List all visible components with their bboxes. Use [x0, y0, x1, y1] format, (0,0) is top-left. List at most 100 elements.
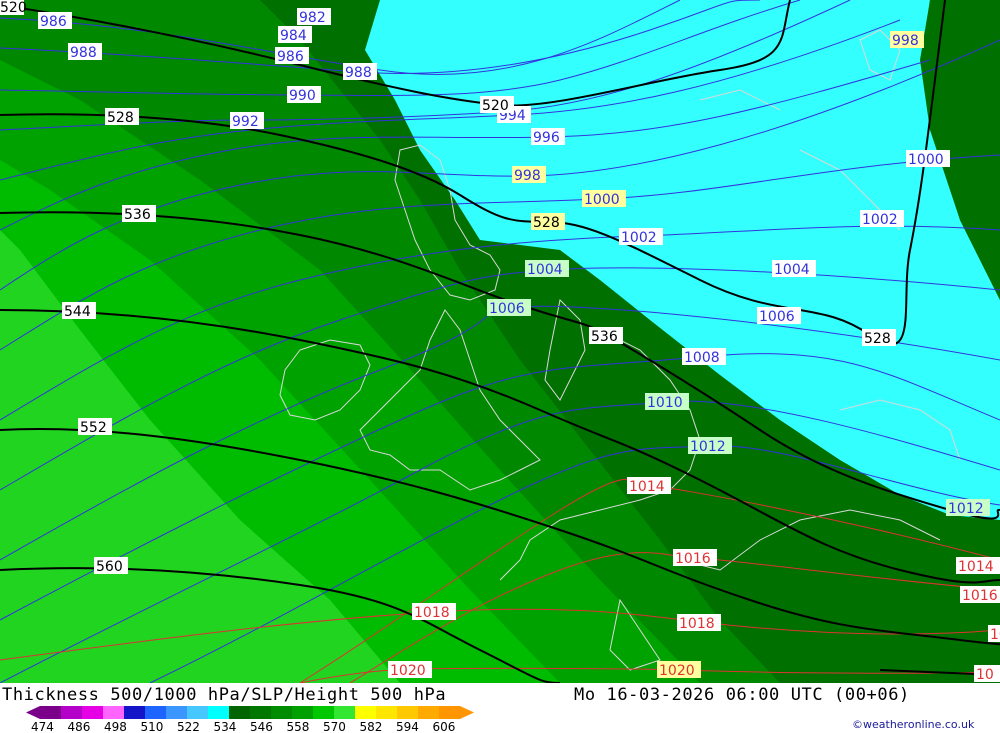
svg-text:1016: 1016	[962, 588, 998, 604]
slp-label: 1012	[946, 499, 990, 517]
slp-label: 1006	[757, 307, 801, 325]
slp-label: 992	[230, 112, 264, 130]
slp-label: 1010	[645, 393, 689, 411]
weather-map: 520 528 536 544 552 560 528 536 528 986 …	[0, 0, 1000, 683]
slp-label: 1002	[860, 210, 904, 228]
slp-label: 1014	[627, 477, 671, 495]
slp-label: 986	[275, 47, 309, 65]
slp-label: 1020	[657, 661, 701, 679]
legend-swatch	[124, 706, 146, 719]
legend-swatch	[208, 706, 230, 719]
svg-text:1016: 1016	[675, 551, 711, 567]
slp-label: 984	[278, 26, 312, 44]
height-label: 536	[122, 205, 156, 223]
svg-text:986: 986	[40, 14, 67, 30]
svg-text:528: 528	[864, 331, 891, 347]
legend-tick-label: 606	[433, 720, 456, 733]
slp-label: 1018	[412, 603, 456, 621]
svg-text:536: 536	[124, 207, 151, 223]
slp-label: 1016	[673, 549, 717, 567]
svg-text:982: 982	[299, 10, 326, 26]
svg-text:1018: 1018	[414, 605, 450, 621]
slp-label: 1018	[677, 614, 721, 632]
svg-text:986: 986	[277, 49, 304, 65]
slp-label: 982	[297, 8, 331, 26]
svg-text:1000: 1000	[908, 152, 944, 168]
svg-text:996: 996	[533, 130, 560, 146]
svg-text:1008: 1008	[684, 350, 720, 366]
svg-text:1002: 1002	[862, 212, 898, 228]
slp-label: 1004	[525, 260, 569, 278]
legend-swatch	[61, 706, 83, 719]
slp-label: 1002	[619, 228, 663, 246]
height-label: 544	[62, 302, 96, 320]
height-label: 528	[862, 329, 896, 347]
slp-label: 988	[343, 63, 377, 81]
slp-label: 998	[890, 31, 924, 49]
slp-label: 990	[287, 86, 321, 104]
svg-text:1020: 1020	[390, 663, 426, 679]
legend-swatch	[145, 706, 167, 719]
svg-text:1014: 1014	[629, 479, 665, 495]
legend-swatch	[229, 706, 251, 719]
legend-tick-label: 510	[141, 720, 164, 733]
legend-swatch	[418, 706, 440, 719]
slp-label: 1014	[956, 557, 1000, 575]
svg-text:536: 536	[591, 329, 618, 345]
svg-text:528: 528	[533, 215, 560, 231]
height-label: 536	[589, 327, 623, 345]
valid-time: Mo 16-03-2026 06:00 UTC (00+06)	[574, 685, 910, 705]
map-title: Thickness 500/1000 hPa/SLP/Height 500 hP…	[2, 685, 447, 705]
legend-swatch	[439, 706, 461, 719]
legend-swatch	[103, 706, 125, 719]
slp-label: 520	[480, 96, 514, 114]
legend-swatch	[40, 706, 62, 719]
legend-swatch	[376, 706, 398, 719]
svg-text:992: 992	[232, 114, 259, 130]
slp-label: 988	[68, 43, 102, 61]
legend-tick-label: 594	[396, 720, 419, 733]
svg-text:520: 520	[0, 0, 27, 16]
legend-tick-label: 546	[250, 720, 273, 733]
slp-label: 10	[974, 665, 1000, 683]
svg-text:552: 552	[80, 420, 107, 436]
slp-label: 1016	[960, 586, 1000, 604]
legend-swatch	[355, 706, 377, 719]
legend-swatch	[334, 706, 356, 719]
legend-swatch	[82, 706, 104, 719]
svg-text:528: 528	[107, 110, 134, 126]
credit-link[interactable]: ©weatheronline.co.uk	[852, 718, 974, 731]
svg-text:560: 560	[96, 559, 123, 575]
legend-swatch	[397, 706, 419, 719]
slp-label: 1006	[487, 299, 531, 317]
svg-text:1018: 1018	[679, 616, 715, 632]
footer: Thickness 500/1000 hPa/SLP/Height 500 hP…	[0, 683, 1000, 733]
slp-label: 996	[531, 128, 565, 146]
legend-tick-label: 570	[323, 720, 346, 733]
svg-text:544: 544	[64, 304, 91, 320]
slp-label: 1004	[772, 260, 816, 278]
legend-arrow-right	[460, 706, 474, 719]
slp-label: 1000	[906, 150, 950, 168]
svg-text:10: 10	[976, 667, 994, 683]
legend-tick-label: 582	[360, 720, 383, 733]
legend-tick-label: 534	[214, 720, 237, 733]
svg-text:1002: 1002	[621, 230, 657, 246]
legend-tick-label: 486	[68, 720, 91, 733]
legend-swatch	[166, 706, 188, 719]
svg-text:1004: 1004	[774, 262, 810, 278]
legend-tick-label: 498	[104, 720, 127, 733]
slp-label: 1012	[688, 437, 732, 455]
legend-swatch	[250, 706, 272, 719]
color-legend: 474 486 498 510 522 534 546 558 570 582 594 606	[26, 706, 474, 733]
svg-text:10: 10	[990, 627, 1000, 643]
svg-text:984: 984	[280, 28, 307, 44]
height-label: 528	[531, 213, 565, 231]
svg-text:988: 988	[345, 65, 372, 81]
height-label: 520	[0, 0, 27, 16]
height-label: 560	[94, 557, 128, 575]
slp-label: 10	[988, 625, 1000, 643]
svg-text:1006: 1006	[759, 309, 795, 325]
legend-swatch	[313, 706, 335, 719]
slp-label: 986	[38, 12, 72, 30]
